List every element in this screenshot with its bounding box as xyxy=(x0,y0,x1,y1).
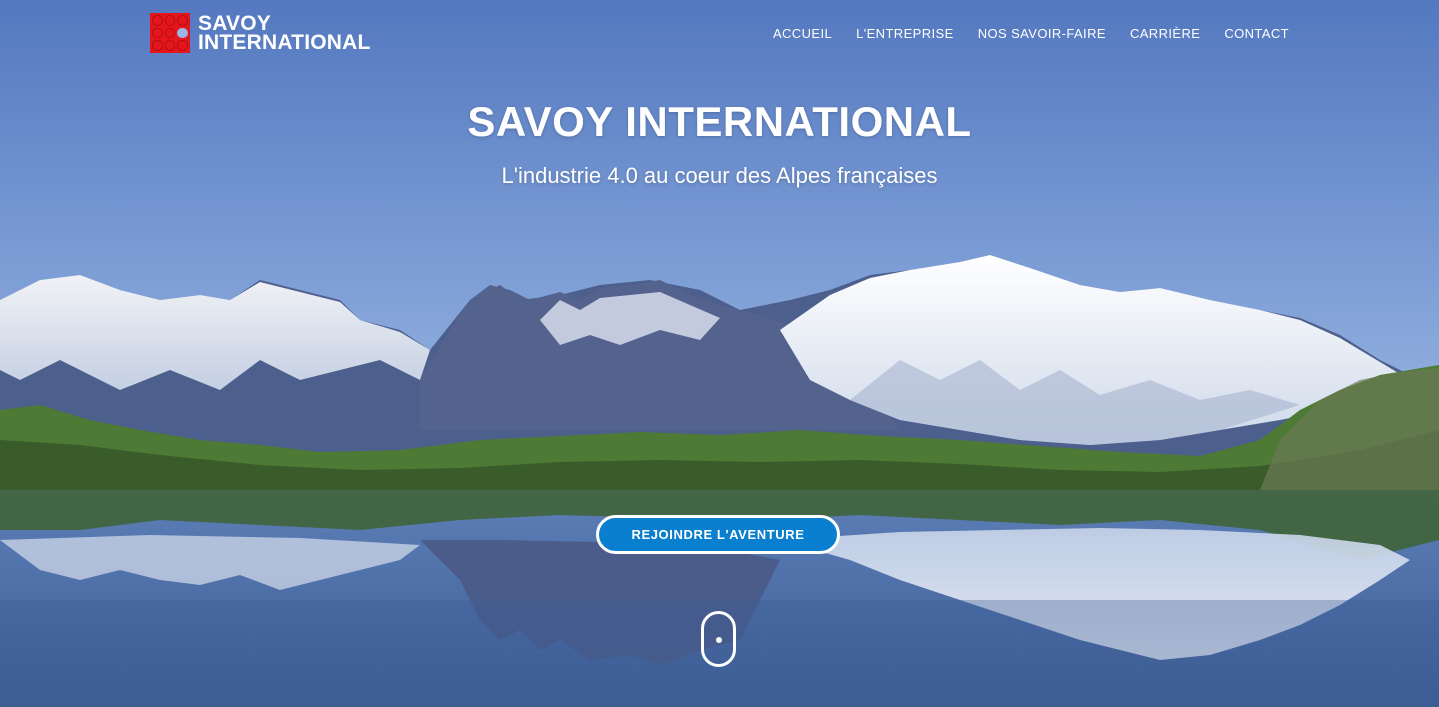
nav-item-savoir-faire[interactable]: NOS SAVOIR-FAIRE xyxy=(978,26,1106,41)
main-nav: ACCUEIL L'ENTREPRISE NOS SAVOIR-FAIRE CA… xyxy=(773,26,1289,41)
scroll-dot xyxy=(716,637,722,643)
hero-subtitle: L'industrie 4.0 au coeur des Alpes franç… xyxy=(501,163,938,188)
hero-title: SAVOY INTERNATIONAL xyxy=(467,98,972,145)
hero-section: SAVOY INTERNATIONAL ACCUEIL L'ENTREPRISE… xyxy=(0,0,1439,707)
nav-item-carriere[interactable]: CARRIÈRE xyxy=(1130,26,1200,41)
mouse-scroll-icon[interactable] xyxy=(701,611,736,667)
nav-item-accueil[interactable]: ACCUEIL xyxy=(773,26,832,41)
brand-logo[interactable]: SAVOY INTERNATIONAL xyxy=(150,13,371,53)
nav-item-entreprise[interactable]: L'ENTREPRISE xyxy=(856,26,954,41)
join-adventure-button[interactable]: REJOINDRE L'AVENTURE xyxy=(596,515,840,554)
nav-item-contact[interactable]: CONTACT xyxy=(1224,26,1289,41)
logo-line2: INTERNATIONAL xyxy=(198,31,371,54)
logo-wordmark: SAVOY INTERNATIONAL xyxy=(198,13,371,54)
logo-mark-icon xyxy=(150,13,190,53)
